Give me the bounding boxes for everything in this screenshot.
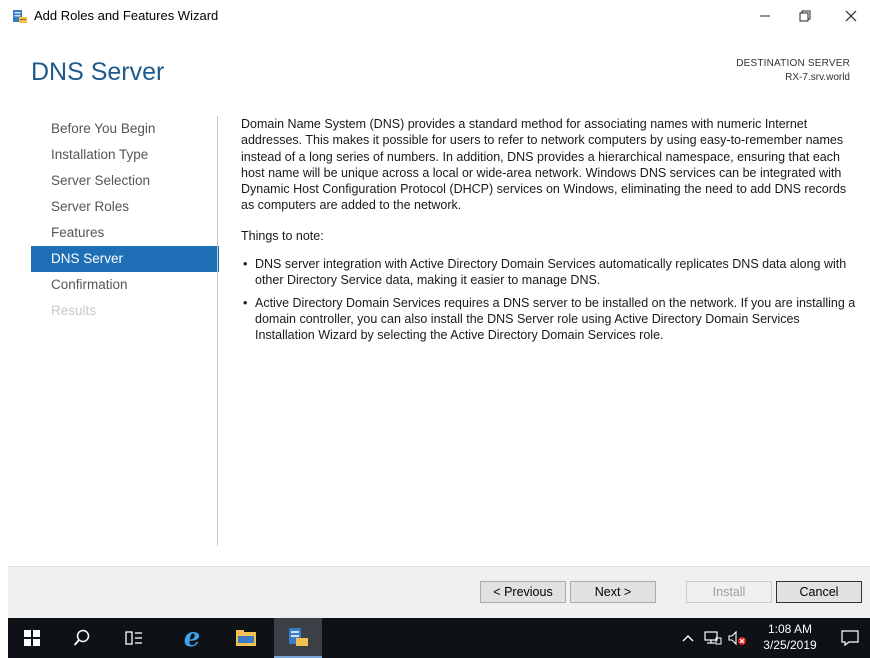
clock-time: 1:08 AM <box>767 622 813 636</box>
network-icon[interactable] <box>704 630 722 646</box>
previous-button[interactable]: < Previous <box>480 581 566 603</box>
nav-divider <box>217 116 218 546</box>
cancel-button[interactable]: Cancel <box>776 581 862 603</box>
close-icon <box>845 10 857 22</box>
restore-icon <box>799 10 811 22</box>
nav-item-results: Results <box>51 303 97 318</box>
page-title: DNS Server <box>31 58 165 86</box>
maximize-button[interactable] <box>788 4 822 28</box>
content-pane: Domain Name System (DNS) provides a stan… <box>241 116 861 350</box>
window-title: Add Roles and Features Wizard <box>34 8 219 23</box>
minimize-button[interactable] <box>748 4 782 28</box>
dns-description: Domain Name System (DNS) provides a stan… <box>241 117 847 213</box>
clock-date: 3/25/2019 <box>763 638 817 652</box>
action-center-icon <box>841 630 859 646</box>
system-tray <box>682 618 748 658</box>
notes-heading: Things to note: <box>241 228 324 243</box>
wizard-header: DNS Server DESTINATION SERVER RX-7.srv.w… <box>8 32 870 104</box>
internet-explorer-icon: e <box>183 623 201 653</box>
note-item: DNS server integration with Active Direc… <box>241 256 861 289</box>
wizard-app-icon <box>13 10 27 23</box>
file-explorer-icon <box>236 630 256 646</box>
taskbar: e 1:08 AM 3/25/2019 <box>8 618 870 658</box>
search-icon <box>73 629 90 646</box>
server-manager-icon <box>289 628 308 646</box>
wizard-footer: < Previous Next > Install Cancel <box>8 566 870 619</box>
note-item: Active Directory Domain Services require… <box>241 295 861 344</box>
title-bar[interactable]: Add Roles and Features Wizard <box>8 0 870 32</box>
next-button[interactable]: Next > <box>570 581 656 603</box>
chevron-up-icon[interactable] <box>682 633 694 643</box>
nav-item-confirmation[interactable]: Confirmation <box>31 272 219 298</box>
install-button: Install <box>686 581 772 603</box>
search-button[interactable] <box>58 618 106 658</box>
close-button[interactable] <box>834 4 868 28</box>
nav-item-server-selection[interactable]: Server Selection <box>31 168 219 194</box>
server-manager-button[interactable] <box>274 618 322 658</box>
wizard-steps-nav: Before You Begin Installation Type Serve… <box>31 116 219 324</box>
destination-server-value: RX-7.srv.world <box>785 72 850 83</box>
nav-item-installation-type[interactable]: Installation Type <box>31 142 219 168</box>
wizard-window: Add Roles and Features Wizard DNS Server… <box>8 0 870 619</box>
file-explorer-button[interactable] <box>222 618 270 658</box>
notes-list: DNS server integration with Active Direc… <box>241 256 861 343</box>
task-view-button[interactable] <box>110 618 158 658</box>
task-view-icon <box>125 631 142 645</box>
action-center-button[interactable] <box>830 618 870 658</box>
nav-item-server-roles[interactable]: Server Roles <box>31 194 219 220</box>
destination-server-label: DESTINATION SERVER <box>736 58 850 69</box>
start-icon <box>24 630 40 646</box>
internet-explorer-button[interactable]: e <box>168 618 216 658</box>
nav-item-before-you-begin[interactable]: Before You Begin <box>31 116 219 142</box>
minimize-icon <box>760 15 770 17</box>
nav-item-dns-server[interactable]: DNS Server <box>31 246 219 272</box>
volume-muted-icon[interactable] <box>728 630 748 646</box>
start-button[interactable] <box>8 618 56 658</box>
nav-item-features[interactable]: Features <box>31 220 219 246</box>
taskbar-clock[interactable]: 1:08 AM 3/25/2019 <box>760 621 820 653</box>
